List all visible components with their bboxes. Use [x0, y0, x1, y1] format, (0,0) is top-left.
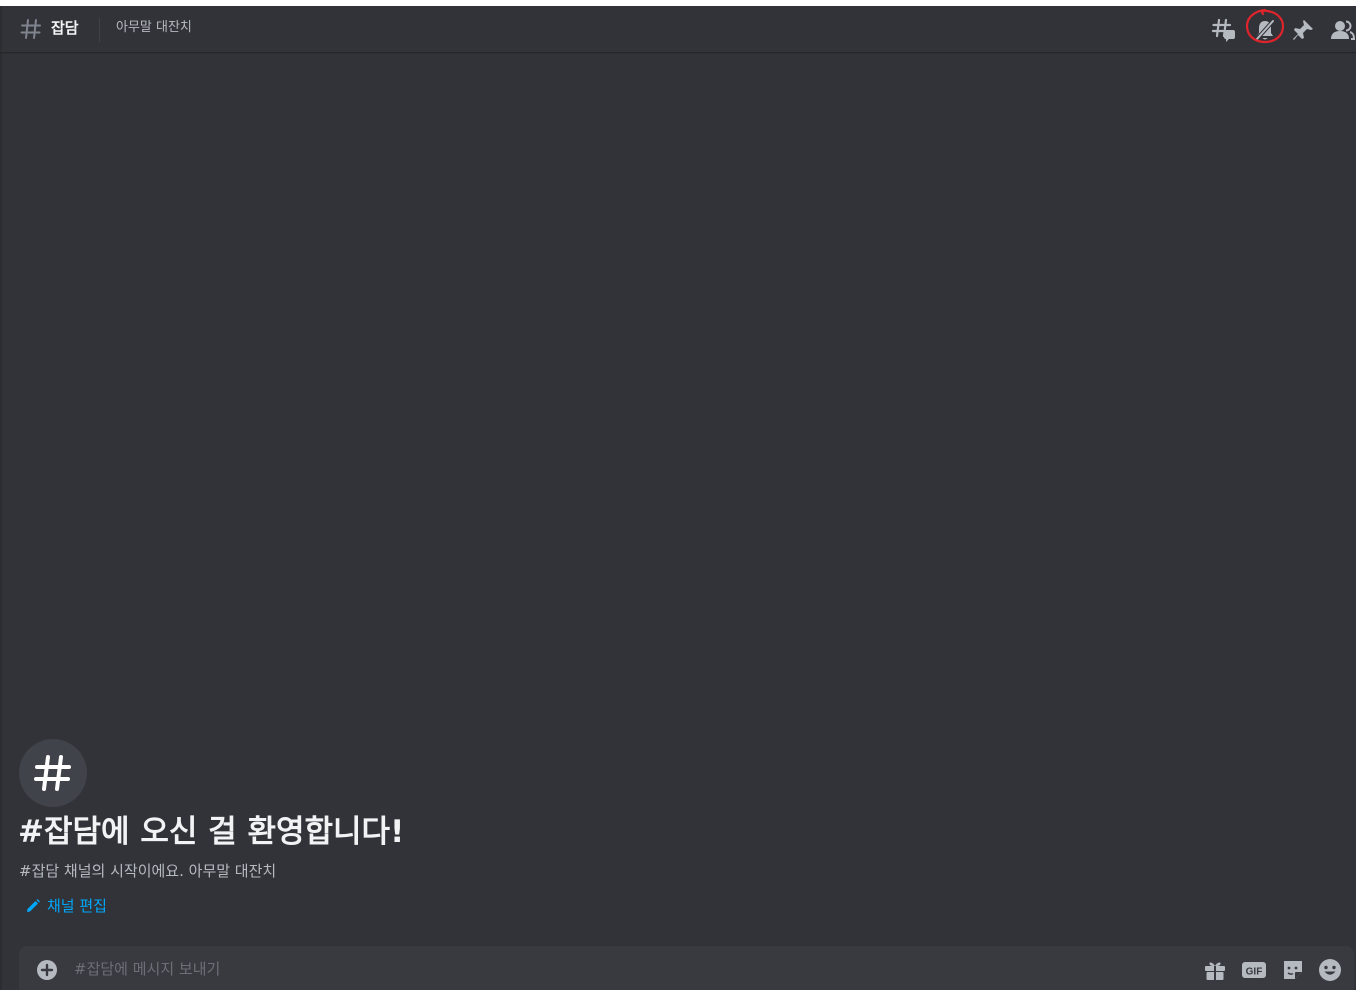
gif-icon[interactable]: GIF	[1241, 957, 1267, 983]
gift-icon[interactable]	[1202, 957, 1228, 983]
welcome-title: #잡담에 오신 걸 환영합니다!	[18, 814, 405, 850]
member-list-icon[interactable]	[1329, 17, 1355, 43]
welcome-description: #잡담 채널의 시작이에요. 아무말 대잔치	[19, 862, 277, 880]
add-attachment-icon[interactable]	[35, 958, 59, 982]
pencil-icon	[27, 899, 40, 912]
pin-icon[interactable]	[1290, 17, 1316, 43]
hash-icon	[34, 755, 71, 791]
message-input[interactable]	[74, 956, 1174, 982]
svg-text:GIF: GIF	[1246, 967, 1263, 978]
sticker-icon[interactable]	[1280, 957, 1306, 983]
header-divider	[99, 18, 100, 42]
text-channel-icon	[19, 17, 43, 41]
channel-header: 잡담 아무말 대잔치	[0, 6, 1356, 53]
threads-icon[interactable]	[1211, 17, 1237, 43]
emoji-icon[interactable]	[1317, 957, 1343, 983]
channel-name: 잡담	[51, 19, 79, 37]
edit-channel-link[interactable]: 채널 편집	[26, 895, 107, 917]
channel-topic[interactable]: 아무말 대잔치	[116, 19, 192, 37]
edit-channel-label: 채널 편집	[47, 897, 107, 915]
discord-channel-view: 잡담 아무말 대잔치 #잡담에 오신 걸 환영합니다! #잡담 채널의 시작이에…	[0, 6, 1356, 990]
channel-welcome-avatar	[19, 739, 87, 807]
left-edge	[0, 6, 2, 990]
message-composer: GIF	[19, 946, 1354, 990]
notification-muted-icon[interactable]	[1252, 17, 1278, 43]
